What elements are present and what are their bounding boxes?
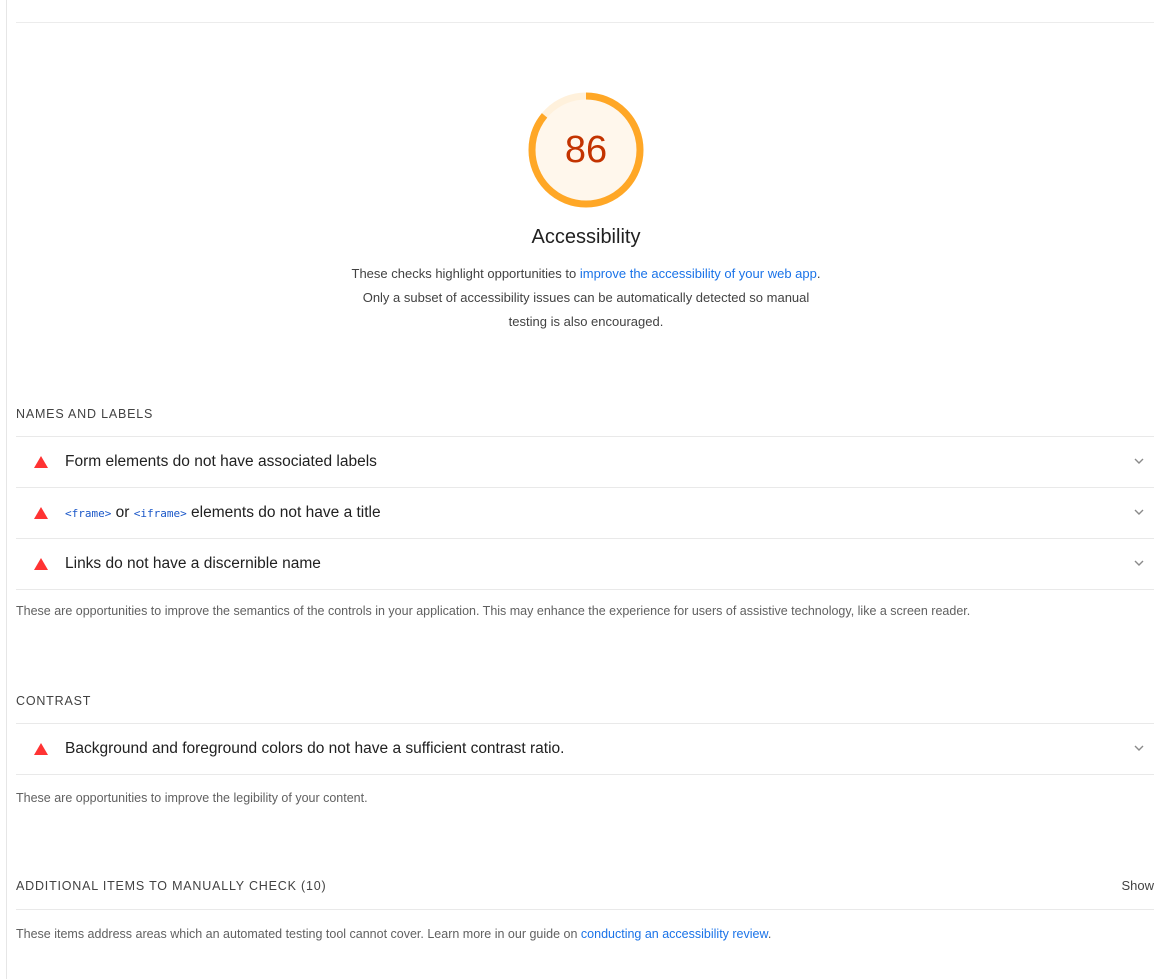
audit-title: <frame> or <iframe> elements do not have…: [65, 488, 381, 539]
improve-accessibility-link[interactable]: improve the accessibility of your web ap…: [580, 266, 817, 281]
group-header-contrast: CONTRAST: [16, 694, 92, 708]
fail-triangle-icon: [34, 743, 48, 755]
iframe-code: <iframe>: [133, 507, 187, 520]
category-description: These checks highlight opportunities to …: [346, 262, 826, 334]
category-title: Accessibility: [531, 226, 641, 248]
fail-triangle-icon: [34, 456, 48, 468]
audit-link-name[interactable]: Links do not have a discernible name: [16, 539, 1154, 589]
gauge-score-value: 86: [564, 129, 608, 171]
chevron-down-icon[interactable]: [1134, 559, 1144, 567]
audit-form-labels[interactable]: Form elements do not have associated lab…: [16, 437, 1154, 487]
fail-triangle-icon: [34, 507, 48, 519]
show-toggle-button[interactable]: Show: [1121, 878, 1154, 893]
score-gauge: 86: [527, 91, 645, 209]
frame-code: <frame>: [65, 507, 112, 520]
chevron-down-icon[interactable]: [1134, 744, 1144, 752]
top-divider: [16, 22, 1154, 23]
divider: [16, 774, 1154, 775]
divider: [16, 909, 1154, 910]
group-header-manual-checks: ADDITIONAL ITEMS TO MANUALLY CHECK (10): [16, 879, 327, 893]
category-desc-text-before: These checks highlight opportunities to: [351, 266, 580, 281]
chevron-down-icon[interactable]: [1134, 508, 1144, 516]
audit-title: Background and foreground colors do not …: [65, 740, 565, 757]
accessibility-review-link[interactable]: conducting an accessibility review: [581, 927, 768, 941]
manual-desc-text-after: .: [767, 927, 772, 941]
left-border-line: [6, 0, 7, 979]
group-header-names-labels: NAMES AND LABELS: [16, 407, 154, 421]
lighthouse-report-page: 86 Accessibility These checks highlight …: [0, 0, 1154, 979]
group-description-names-labels: These are opportunities to improve the s…: [16, 604, 971, 618]
group-description-contrast: These are opportunities to improve the l…: [16, 791, 368, 805]
audit-title-or: or: [111, 504, 134, 521]
manual-desc-text-before: These items address areas which an autom…: [16, 927, 581, 941]
divider: [16, 589, 1154, 590]
group-description-manual: These items address areas which an autom…: [16, 927, 771, 941]
audit-color-contrast[interactable]: Background and foreground colors do not …: [16, 724, 1154, 774]
chevron-down-icon[interactable]: [1134, 457, 1144, 465]
audit-title-rest: elements do not have a title: [186, 504, 381, 521]
audit-title: Form elements do not have associated lab…: [65, 453, 377, 470]
audit-title: Links do not have a discernible name: [65, 555, 321, 572]
fail-triangle-icon: [34, 558, 48, 570]
audit-frame-title[interactable]: <frame> or <iframe> elements do not have…: [16, 488, 1154, 538]
